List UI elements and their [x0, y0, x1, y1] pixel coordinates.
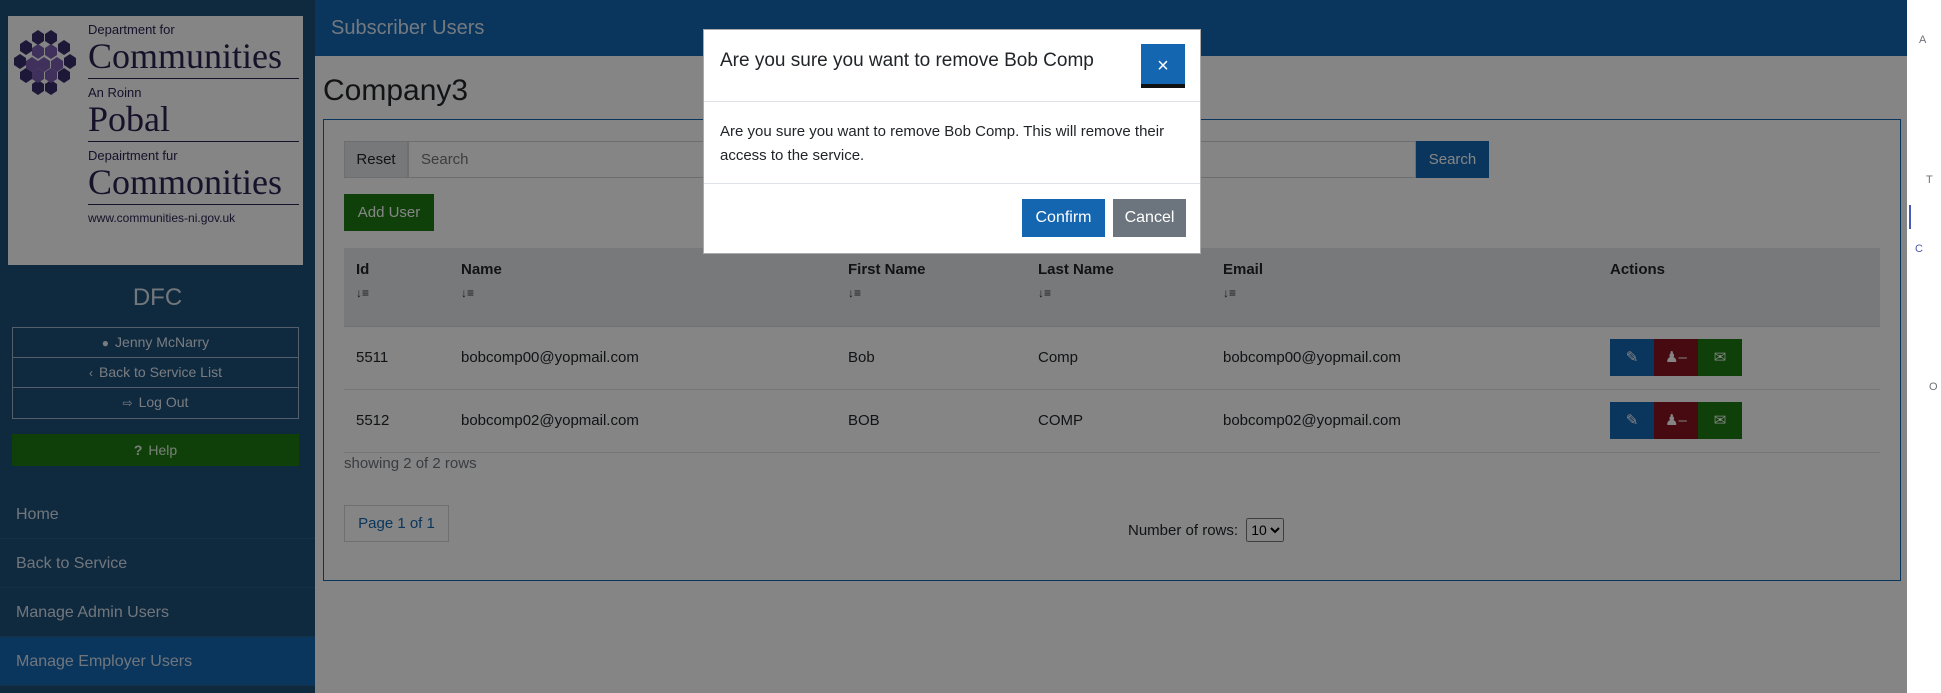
clipped-text: T [1926, 174, 1933, 186]
clipped-text: A [1919, 34, 1927, 46]
dialog-body: Are you sure you want to remove Bob Comp… [704, 102, 1200, 184]
clipped-text: C [1915, 243, 1923, 255]
clipped-text: O [1929, 381, 1938, 393]
confirm-remove-dialog: Are you sure you want to remove Bob Comp… [703, 29, 1201, 254]
close-button[interactable]: × [1141, 44, 1185, 88]
close-icon: × [1157, 55, 1169, 77]
side-panel-edge: A T C O [1907, 0, 1941, 693]
dialog-title: Are you sure you want to remove Bob Comp [720, 50, 1094, 71]
dialog-header: Are you sure you want to remove Bob Comp… [704, 30, 1200, 102]
active-indicator [1909, 205, 1911, 229]
cancel-button[interactable]: Cancel [1113, 199, 1186, 237]
confirm-button[interactable]: Confirm [1022, 199, 1105, 237]
